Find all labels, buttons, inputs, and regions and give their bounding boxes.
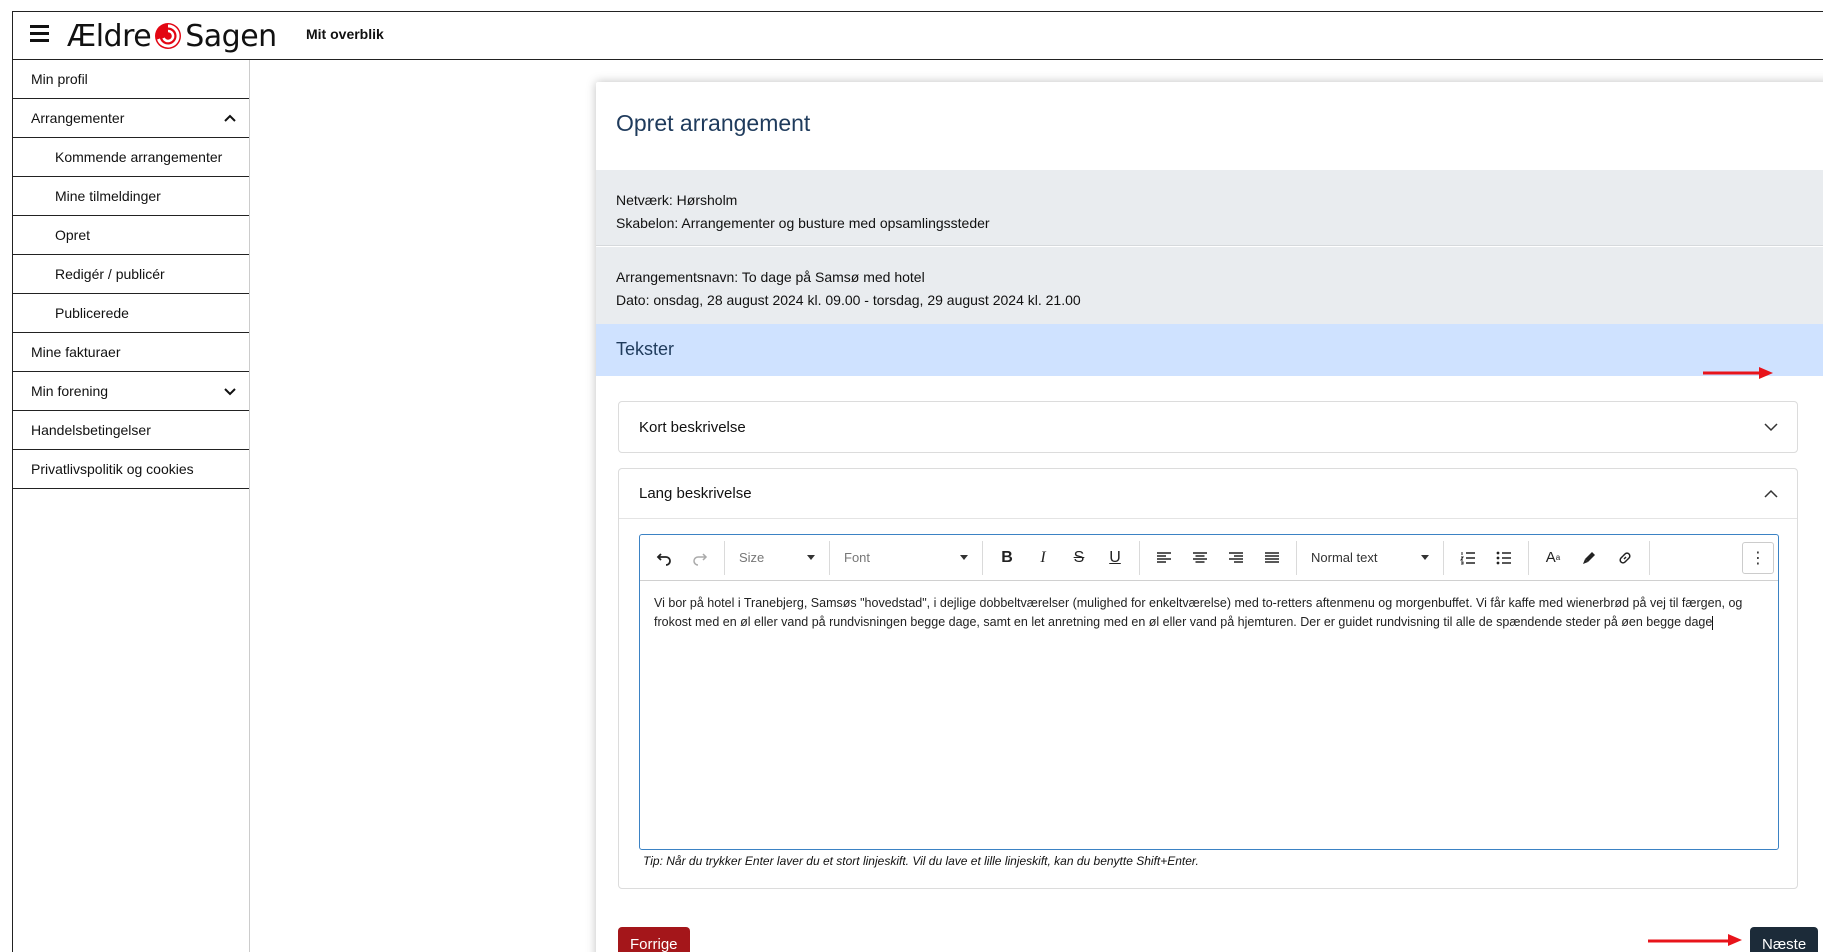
sidebar-item-min-profil[interactable]: Min profil (13, 60, 249, 99)
align-right-icon[interactable] (1218, 543, 1254, 573)
editor-content[interactable]: Vi bor på hotel i Tranebjerg, Samsøs "ho… (640, 581, 1778, 645)
chevron-down-icon (224, 388, 236, 396)
underline-icon[interactable]: U (1097, 543, 1133, 573)
align-left-icon[interactable] (1146, 543, 1182, 573)
font-color-icon[interactable]: Aa (1535, 543, 1571, 573)
toolbar-divider (1139, 540, 1140, 575)
event-date-label: Dato: onsdag, 28 august 2024 kl. 09.00 -… (616, 292, 1081, 308)
strikethrough-icon[interactable]: S (1061, 543, 1097, 573)
sidebar-item-rediger-publicer[interactable]: Redigér / publicér (13, 255, 249, 294)
annotation-arrow-icon (1703, 367, 1773, 379)
sidebar-item-privatlivspolitik[interactable]: Privatlivspolitik og cookies (13, 450, 249, 489)
network-info-panel: Netværk: Hørsholm Skabelon: Arrangemente… (596, 170, 1823, 246)
editor-toolbar: Size Font B I S U Normal text A a ⋮ (640, 535, 1778, 581)
font-size-select[interactable]: Size (731, 543, 823, 573)
toolbar-divider (1528, 540, 1529, 575)
accordion-header-long-description[interactable]: Lang beskrivelse (619, 469, 1797, 519)
align-justify-icon[interactable] (1254, 543, 1290, 573)
more-options-icon[interactable]: ⋮ (1742, 542, 1774, 574)
sidebar: Min profil Arrangementer Kommende arrang… (13, 60, 250, 952)
sidebar-item-mine-tilmeldinger[interactable]: Mine tilmeldinger (13, 177, 249, 216)
app-frame: Ældre Sagen Mit overblik Min profil Arra… (12, 11, 1823, 952)
editor-tip: Tip: Når du trykker Enter laver du et st… (643, 854, 1199, 868)
nav-mit-overblik[interactable]: Mit overblik (306, 26, 384, 42)
network-label: Netværk: Hørsholm (616, 192, 738, 208)
rich-text-editor: Size Font B I S U Normal text A a ⋮ Vi b… (639, 534, 1779, 850)
bullet-list-icon[interactable] (1486, 543, 1522, 573)
sidebar-item-handelsbetingelser[interactable]: Handelsbetingelser (13, 411, 249, 450)
undo-icon[interactable] (646, 543, 682, 573)
accordion-header-short-description[interactable]: Kort beskrivelse (619, 402, 1797, 452)
highlighter-icon[interactable] (1571, 543, 1607, 573)
previous-button[interactable]: Forrige (618, 927, 690, 952)
sidebar-item-publicerede[interactable]: Publicerede (13, 294, 249, 333)
section-title-tekster: Tekster (596, 324, 1823, 376)
logo-swirl-icon (155, 23, 182, 49)
font-family-select[interactable]: Font (836, 543, 976, 573)
create-event-card: Opret arrangement Netværk: Hørsholm Skab… (596, 82, 1823, 952)
event-name-label: Arrangementsnavn: To dage på Samsø med h… (616, 269, 925, 285)
caret-down-icon (807, 555, 815, 560)
text-cursor (1712, 615, 1714, 630)
toolbar-divider (724, 540, 725, 575)
toolbar-divider (1296, 540, 1297, 575)
event-info-panel: Arrangementsnavn: To dage på Samsø med h… (596, 247, 1823, 324)
link-icon[interactable] (1607, 543, 1643, 573)
page-title: Opret arrangement (616, 110, 811, 136)
redo-icon[interactable] (682, 543, 718, 573)
caret-down-icon (960, 555, 968, 560)
logo[interactable]: Ældre Sagen (67, 18, 277, 54)
logo-text-left: Ældre (67, 18, 152, 54)
sidebar-item-opret[interactable]: Opret (13, 216, 249, 255)
toolbar-divider (829, 540, 830, 575)
toolbar-divider (1443, 540, 1444, 575)
accordion-long-description: Lang beskrivelse Size Font B I S U Norma… (618, 468, 1798, 889)
toolbar-divider (1649, 540, 1650, 575)
sidebar-item-mine-fakturaer[interactable]: Mine fakturaer (13, 333, 249, 372)
italic-icon[interactable]: I (1025, 543, 1061, 573)
sidebar-item-arrangementer[interactable]: Arrangementer (13, 99, 249, 138)
sidebar-item-kommende-arrangementer[interactable]: Kommende arrangementer (13, 138, 249, 177)
chevron-up-icon (1764, 489, 1778, 498)
accordion-short-description: Kort beskrivelse (618, 401, 1798, 453)
ordered-list-icon[interactable] (1450, 543, 1486, 573)
next-button[interactable]: Næste (1750, 927, 1819, 952)
chevron-down-icon (1764, 423, 1778, 432)
bold-icon[interactable]: B (989, 543, 1025, 573)
sidebar-item-min-forening[interactable]: Min forening (13, 372, 249, 411)
toolbar-divider (982, 540, 983, 575)
hamburger-menu-icon[interactable] (30, 25, 49, 43)
template-label: Skabelon: Arrangementer og busture med o… (616, 215, 990, 231)
caret-down-icon (1421, 555, 1429, 560)
align-center-icon[interactable] (1182, 543, 1218, 573)
annotation-arrow-icon (1648, 934, 1742, 946)
top-bar: Ældre Sagen Mit overblik (13, 12, 1823, 60)
chevron-up-icon (224, 114, 236, 122)
text-style-select[interactable]: Normal text (1303, 543, 1437, 573)
logo-text-right: Sagen (185, 18, 277, 54)
